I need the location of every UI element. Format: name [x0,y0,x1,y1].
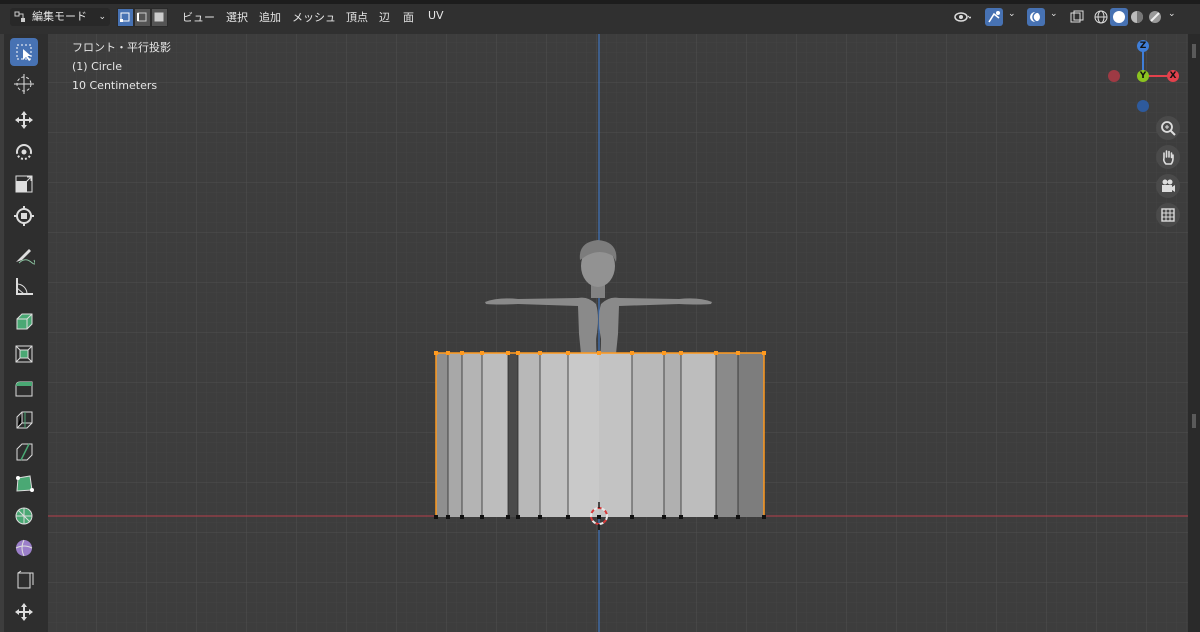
shear-icon [17,570,34,589]
smooth-icon [15,539,33,557]
object-name: (1) Circle [72,60,122,73]
tool-shear[interactable] [10,566,38,594]
tool-scale[interactable] [10,170,38,198]
solid-shading-icon[interactable] [1110,8,1128,26]
bevel-icon [15,381,33,397]
tool-bevel[interactable] [10,374,38,402]
tool-annotate[interactable] [10,240,38,268]
perspective-toggle-button[interactable] [1156,203,1180,227]
viewport-info: フロント・平行投影 (1) Circle 10 Centimeters [72,38,171,95]
tool-knife[interactable] [10,438,38,466]
extrude-icon [16,313,33,330]
tool-loop-cut[interactable] [10,406,38,434]
face-select-icon [154,12,164,22]
xray-toggle-icon[interactable] [1068,8,1086,26]
sidebar-tab[interactable] [1192,414,1196,428]
menu-face[interactable]: 面 [403,9,414,25]
grid-scale: 10 Centimeters [72,79,158,92]
transform-icon [14,206,34,226]
cylinder-mesh [434,351,766,519]
tool-cursor[interactable] [10,70,38,98]
top-bar-strip [0,0,1200,4]
overlays-toggle-icon[interactable] [1027,8,1045,26]
viewport-header: 編集モード ⌄ ビュー 選択 追加 メッシュ 頂点 辺 面 UV ⌄ ⌄ ⌄ [0,0,1200,34]
gizmo-z[interactable]: Z [1137,40,1149,52]
gizmo-y[interactable]: Y [1137,70,1149,82]
gizmo-x[interactable]: X [1167,70,1179,82]
tool-extrude[interactable] [10,308,38,336]
mode-select[interactable]: 編集モード ⌄ [10,8,110,26]
sidebar-edge [1188,34,1200,632]
tool-select-box[interactable] [10,38,38,66]
gizmo-toggle-icon[interactable] [985,8,1003,26]
selected-vertices [434,351,766,355]
chevron-down-icon[interactable]: ⌄ [1008,9,1016,19]
mesh-grid-icon [14,11,25,22]
edge-select-mode-button[interactable] [134,8,151,27]
spin-icon [15,507,33,525]
rip-icon [15,603,33,621]
select-box-icon [16,44,32,61]
tool-rip[interactable] [10,598,38,626]
tool-poly-build[interactable] [10,470,38,498]
menu-edge[interactable]: 辺 [379,9,390,25]
menu-mesh[interactable]: メッシュ [292,9,336,25]
3d-viewport[interactable] [48,34,1188,632]
sidebar-tab[interactable] [1192,44,1196,58]
menu-add[interactable]: 追加 [259,9,281,25]
chevron-down-icon: ⌄ [98,12,106,22]
vertex-select-mode-button[interactable] [117,8,134,27]
menu-uv[interactable]: UV [428,9,444,22]
tool-rotate[interactable] [10,138,38,166]
camera-icon [1162,179,1175,192]
wireframe-shading-icon[interactable] [1092,8,1110,26]
tool-inset[interactable] [10,340,38,368]
grid-icon [1161,208,1175,222]
face-select-mode-button[interactable] [151,8,168,27]
scale-icon [15,175,33,193]
tool-spin[interactable] [10,502,38,530]
tool-smooth[interactable] [10,534,38,562]
bottom-vertices [434,515,766,519]
cursor-icon [14,74,34,94]
annotate-icon [16,249,35,265]
view-name: フロント・平行投影 [72,41,171,54]
chevron-down-icon[interactable]: ⌄ [1050,9,1058,19]
tool-measure[interactable] [10,272,38,300]
camera-view-button[interactable] [1156,174,1180,198]
poly-build-icon [16,475,34,492]
zoom-icon [1161,121,1176,136]
knife-icon [16,443,33,461]
menu-vertex[interactable]: 頂点 [346,9,368,25]
menu-view[interactable]: ビュー [182,9,215,25]
rotate-icon [16,144,32,160]
visibility-eye-icon[interactable] [953,8,973,26]
material-shading-icon[interactable] [1128,8,1146,26]
chevron-down-icon[interactable]: ⌄ [1168,9,1176,19]
tool-move[interactable] [10,106,38,134]
zoom-button[interactable] [1156,116,1180,140]
gizmo-neg-z[interactable] [1137,100,1149,112]
pan-button[interactable] [1156,145,1180,169]
tool-transform[interactable] [10,202,38,230]
gizmo-neg-x[interactable] [1108,70,1120,82]
move-icon [15,111,33,129]
mode-label: 編集モード [32,10,87,23]
edge-select-icon [137,12,147,22]
loop-cut-icon [16,411,33,429]
vertex-select-icon [120,12,130,22]
inset-icon [15,345,33,363]
hand-icon [1162,150,1174,165]
menu-select[interactable]: 選択 [226,9,248,25]
measure-icon [16,278,33,295]
rendered-shading-icon[interactable] [1146,8,1164,26]
